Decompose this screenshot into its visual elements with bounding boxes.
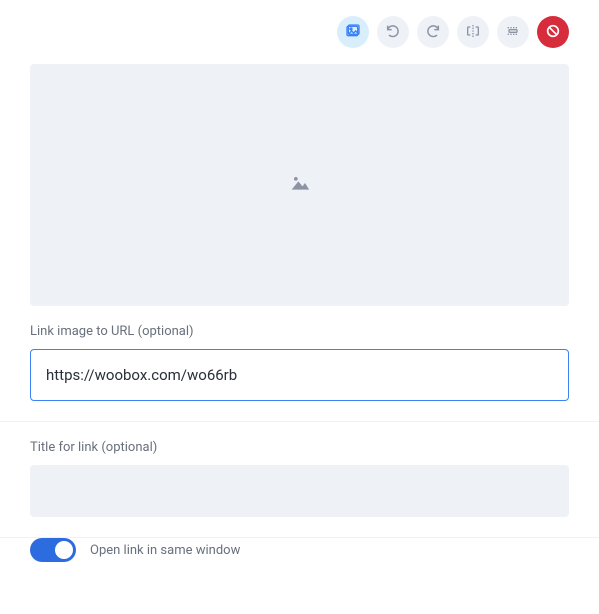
cancel-icon <box>545 23 561 42</box>
undo-icon <box>385 23 401 42</box>
toolbar <box>12 16 569 48</box>
undo-button[interactable] <box>377 16 409 48</box>
image-placeholder[interactable] <box>30 64 569 306</box>
redo-button[interactable] <box>417 16 449 48</box>
link-url-input[interactable] <box>30 349 569 401</box>
link-url-field-group: Link image to URL (optional) https://woo… <box>30 324 569 401</box>
image-button[interactable] <box>337 16 369 48</box>
title-field-group: Title for link (optional) <box>30 440 569 517</box>
link-url-label: Link image to URL (optional) <box>30 324 569 339</box>
same-window-label: Open link in same window <box>90 543 240 558</box>
crop-button[interactable] <box>497 16 529 48</box>
image-icon <box>345 23 361 42</box>
same-window-toggle[interactable] <box>30 538 76 562</box>
crop-icon <box>505 23 521 42</box>
cancel-button[interactable] <box>537 16 569 48</box>
flip-horizontal-button[interactable] <box>457 16 489 48</box>
same-window-toggle-row: Open link in same window <box>30 538 569 562</box>
flip-horizontal-icon <box>465 23 481 42</box>
placeholder-image-icon <box>290 174 310 196</box>
divider <box>0 421 599 422</box>
redo-icon <box>425 23 441 42</box>
title-input[interactable] <box>30 465 569 517</box>
title-label: Title for link (optional) <box>30 440 569 455</box>
